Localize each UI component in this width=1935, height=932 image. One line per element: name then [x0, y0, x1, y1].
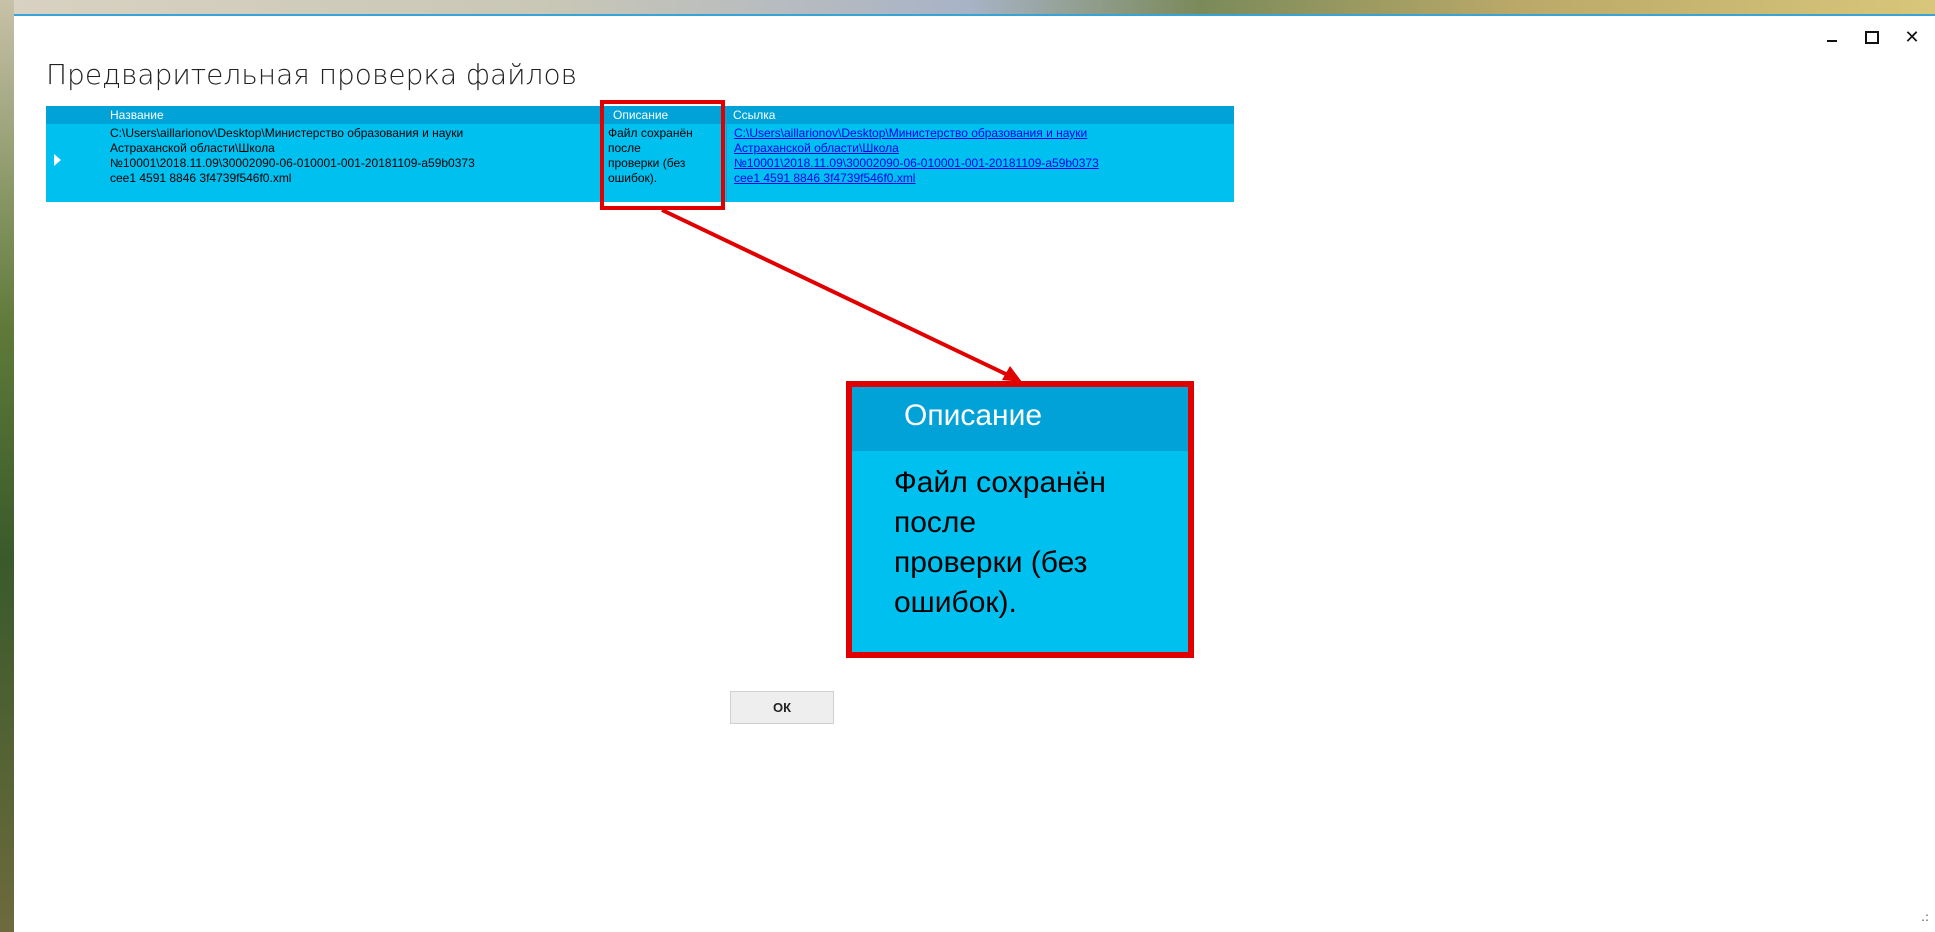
dialog-title: Предварительная проверка файлов [46, 58, 577, 91]
maximize-icon[interactable] [1863, 28, 1881, 46]
minimize-icon[interactable] [1823, 28, 1841, 46]
row-selector-icon[interactable] [54, 154, 61, 166]
desktop-background-top [0, 0, 1935, 14]
cell-link[interactable]: C:\Users\aillarionov\Desktop\Министерств… [734, 126, 1230, 186]
zoomed-description-callout: Описание Файл сохранён после проверки (б… [846, 381, 1194, 658]
zoom-header-text: Описание [904, 399, 1043, 432]
column-header-name[interactable]: Название [110, 106, 164, 124]
zoom-body-text: Файл сохранён после проверки (без ошибок… [894, 466, 1106, 619]
column-header-link[interactable]: Ссылка [733, 106, 775, 124]
close-icon[interactable]: ✕ [1903, 27, 1921, 48]
resize-grip-icon[interactable]: .: [1921, 910, 1929, 924]
highlight-box-description [600, 100, 725, 210]
ok-button[interactable]: ОК [730, 691, 834, 724]
column-separator [726, 106, 727, 202]
window-controls: ✕ [1823, 27, 1921, 48]
cell-name[interactable]: C:\Users\aillarionov\Desktop\Министерств… [110, 126, 600, 186]
desktop-background-left [0, 0, 14, 932]
